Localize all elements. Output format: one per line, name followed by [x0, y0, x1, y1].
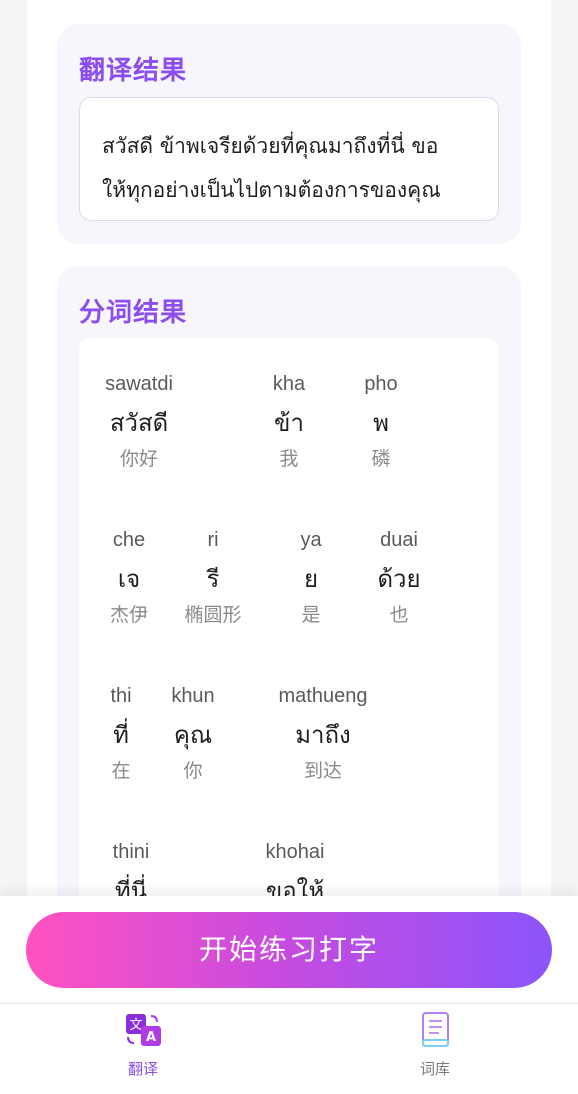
word-item[interactable]: ri รี 椭圆形 [158, 526, 268, 628]
word-meaning: 你好 [119, 448, 158, 470]
translation-result-title: 翻译结果 [79, 56, 188, 86]
word-thai: พ [373, 409, 389, 437]
word-meaning: 也 [389, 604, 409, 626]
word-thai: ด้วย [377, 565, 421, 593]
word-item[interactable]: sawatdi สวัสดี 你好 [84, 370, 194, 472]
start-typing-practice-button[interactable]: 开始练习打字 [26, 912, 552, 988]
segmentation-result-title: 分词结果 [79, 298, 188, 328]
tab-library[interactable]: 词库 [375, 1010, 495, 1079]
translate-icon: 文 A [123, 1010, 163, 1050]
segmentation-result-card: 分词结果 sawatdi สวัสดี 你好 kha ข้า 我 pho พ 磷… [57, 266, 521, 998]
svg-text:文: 文 [129, 1018, 142, 1033]
word-item[interactable]: pho พ 磷 [326, 370, 436, 472]
word-meaning: 磷 [371, 448, 391, 470]
word-romanization: mathueng [278, 685, 368, 707]
translation-result-card: 翻译结果 สวัสดี ข้าพเจรียด้วยที่คุณมาถึงที่น… [57, 24, 521, 244]
word-item[interactable]: mathueng มาถึง 到达 [268, 682, 378, 784]
word-romanization: khohai [265, 841, 325, 863]
word-item[interactable]: duai ด้วย 也 [344, 526, 454, 628]
tab-translate-label: 翻译 [127, 1060, 158, 1078]
word-romanization: duai [380, 529, 418, 551]
translation-line-2: ให้ทุกอย่างเป็นไปตามต้องการของคุณ [102, 178, 441, 202]
svg-text:A: A [146, 1030, 156, 1045]
word-romanization: ri [207, 529, 219, 551]
tab-translate[interactable]: 文 A 翻译 [83, 1010, 203, 1079]
translation-result-text[interactable]: สวัสดี ข้าพเจรียด้วยที่คุณมาถึงที่นี่ ขอ… [79, 97, 499, 221]
bottom-tab-bar: 文 A 翻译 词库 [0, 1003, 578, 1094]
translation-line-1: สวัสดี ข้าพเจรียด้วยที่คุณมาถึงที่นี่ ขอ [102, 134, 439, 158]
word-meaning: 你 [183, 760, 203, 782]
word-thai: รี [206, 565, 220, 593]
word-thai: คุณ [173, 721, 213, 749]
word-meaning: 到达 [303, 760, 342, 782]
word-romanization: pho [364, 373, 398, 395]
word-meaning: 椭圆形 [184, 604, 242, 626]
book-icon [415, 1010, 455, 1050]
word-romanization: thini [112, 841, 150, 863]
word-romanization: sawatdi [105, 373, 173, 395]
word-item[interactable]: khun คุณ 你 [138, 682, 248, 784]
word-romanization: khun [171, 685, 215, 707]
tab-library-label: 词库 [419, 1060, 450, 1078]
word-thai: สวัสดี [109, 409, 169, 437]
word-thai: มาถึง [295, 721, 351, 749]
